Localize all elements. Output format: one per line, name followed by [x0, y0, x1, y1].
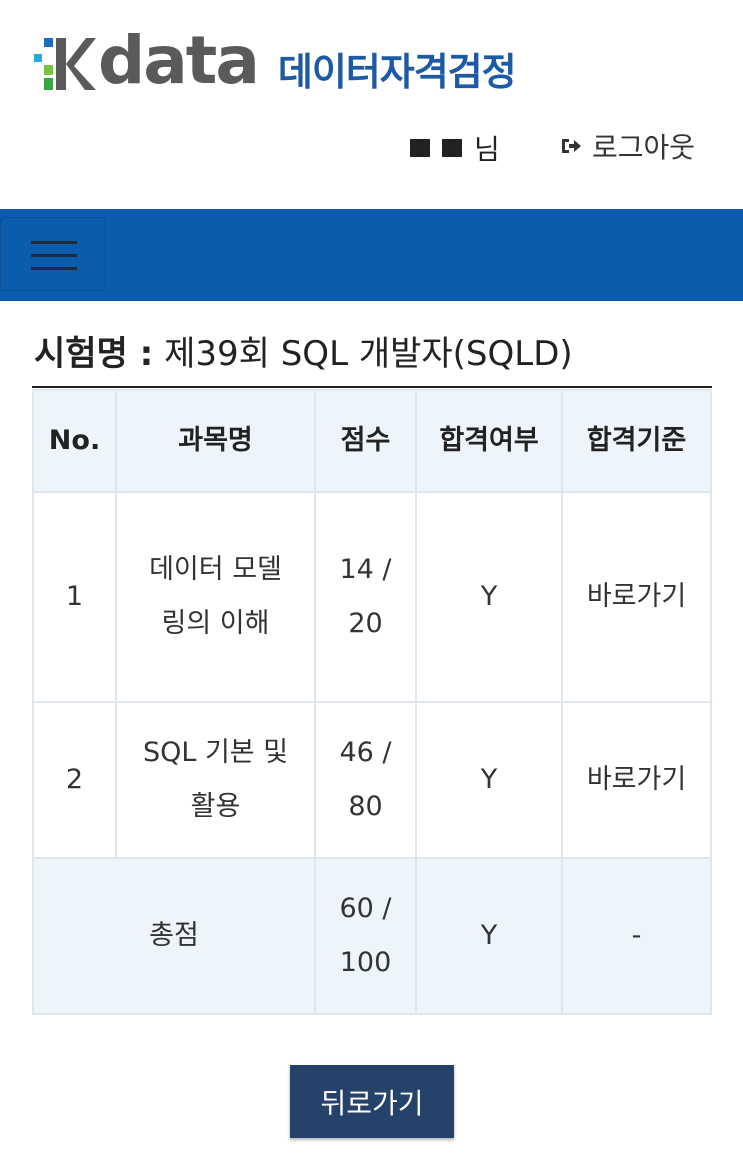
col-header-criteria: 합격기준	[561, 389, 712, 493]
cell-pass: Y	[415, 491, 563, 703]
col-header-score: 점수	[314, 389, 417, 493]
cell-score: 46 / 80	[314, 701, 417, 859]
total-pass: Y	[415, 857, 563, 1015]
table-header-row: No. 과목명 점수 합격여부 합격기준	[32, 389, 712, 493]
logo-subtitle: 데이터자격검정	[277, 49, 517, 94]
logo-mark-icon	[34, 34, 96, 94]
cell-criteria-link[interactable]: 바로가기	[561, 701, 712, 859]
menu-toggle-button[interactable]	[0, 217, 106, 291]
total-row: 총점 60 / 100 Y -	[32, 857, 712, 1015]
score-table: No. 과목명 점수 합격여부 합격기준 1 데이터 모델링의 이해 14 / …	[32, 389, 712, 1015]
col-header-no: No.	[32, 389, 117, 493]
col-header-pass: 합격여부	[415, 389, 563, 493]
col-header-subject: 과목명	[115, 389, 316, 493]
cell-no: 2	[32, 701, 117, 859]
sign-out-icon	[560, 136, 582, 156]
total-criteria: -	[561, 857, 712, 1015]
cell-criteria-link[interactable]: 바로가기	[561, 491, 712, 703]
kdata-logo[interactable]: data 데이터자격검정	[34, 28, 517, 96]
back-button[interactable]: 뒤로가기	[290, 1065, 454, 1138]
logo-wordmark: data	[98, 22, 260, 99]
exam-name: 제39회 SQL 개발자(SQLD)	[164, 334, 573, 374]
site-header: data 데이터자격검정 님 로그아웃	[0, 0, 743, 209]
cell-no: 1	[32, 491, 117, 703]
main-navbar	[0, 209, 743, 301]
user-suffix: 님	[474, 133, 500, 166]
logout-link[interactable]: 로그아웃	[560, 126, 695, 166]
hamburger-icon	[31, 241, 77, 244]
total-score: 60 / 100	[314, 857, 417, 1015]
title-divider	[32, 386, 712, 388]
total-label: 총점	[32, 857, 316, 1015]
cell-score: 14 / 20	[314, 491, 417, 703]
table-row: 2 SQL 기본 및 활용 46 / 80 Y 바로가기	[32, 701, 712, 859]
cell-subject: SQL 기본 및 활용	[115, 701, 316, 859]
masked-username	[410, 139, 462, 157]
table-row: 1 데이터 모델링의 이해 14 / 20 Y 바로가기	[32, 491, 712, 703]
logout-label: 로그아웃	[592, 131, 696, 164]
exam-label: 시험명 :	[34, 334, 154, 374]
cell-pass: Y	[415, 701, 563, 859]
user-greeting: 님	[410, 128, 500, 168]
cell-subject: 데이터 모델링의 이해	[115, 491, 316, 703]
exam-title: 시험명 : 제39회 SQL 개발자(SQLD)	[34, 326, 573, 375]
